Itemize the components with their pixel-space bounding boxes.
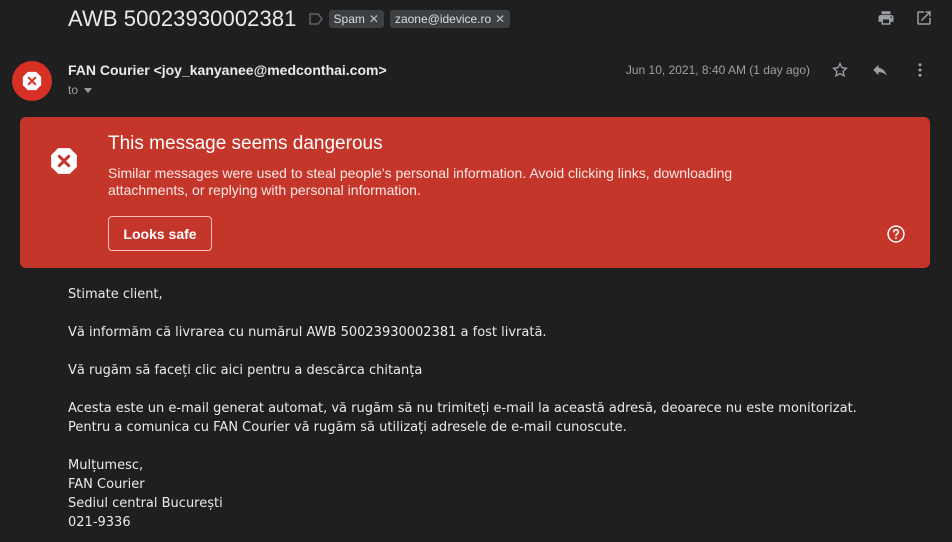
warning-text: Similar messages were used to steal peop… xyxy=(108,165,733,198)
signature-line: 021-9336 xyxy=(68,515,131,530)
email-body: Stimate client, Vă informăm că livrarea … xyxy=(68,285,857,532)
body-line: Pentru a comunica cu FAN Courier vă rugă… xyxy=(68,420,627,435)
signature-line: Mulțumesc, xyxy=(68,458,144,473)
reply-icon[interactable] xyxy=(870,60,890,80)
warning-title: This message seems dangerous xyxy=(108,133,383,154)
close-icon[interactable]: ✕ xyxy=(495,13,505,25)
close-icon[interactable]: ✕ xyxy=(369,13,379,25)
email-date: Jun 10, 2021, 8:40 AM (1 day ago) xyxy=(625,63,810,77)
label-chip-text: Spam xyxy=(333,12,365,26)
greeting: Stimate client, xyxy=(68,287,163,302)
to-label: to xyxy=(68,83,79,97)
body-line: Vă rugăm să faceți clic aici pentru a de… xyxy=(68,363,423,378)
danger-warning-banner: This message seems dangerous Similar mes… xyxy=(20,117,930,268)
label-icon[interactable] xyxy=(308,12,323,26)
label-chip-text: zaone@idevice.ro xyxy=(394,12,492,26)
looks-safe-button[interactable]: Looks safe xyxy=(108,216,212,251)
open-in-new-icon[interactable] xyxy=(914,8,934,28)
star-icon[interactable] xyxy=(830,60,850,80)
body-line: Vă informăm că livrarea cu numărul AWB 5… xyxy=(68,325,547,340)
subject-row: AWB 50023930002381 Spam ✕ zaone@idevice.… xyxy=(68,4,511,34)
label-chip-spam[interactable]: Spam ✕ xyxy=(328,10,384,28)
body-line: Acesta este un e-mail generat automat, v… xyxy=(68,401,857,416)
label-chip-account[interactable]: zaone@idevice.ro ✕ xyxy=(389,10,511,28)
danger-icon xyxy=(22,71,42,91)
message-actions xyxy=(830,60,930,80)
signature: Mulțumesc, FAN Courier Sediul central Bu… xyxy=(68,456,857,532)
top-actions xyxy=(876,8,934,28)
avatar[interactable] xyxy=(12,61,52,101)
body-paragraph: Acesta este un e-mail generat automat, v… xyxy=(68,399,857,437)
signature-line: Sediul central București xyxy=(68,496,223,511)
print-icon[interactable] xyxy=(876,8,896,28)
help-icon[interactable] xyxy=(886,224,906,249)
sender-name[interactable]: FAN Courier <joy_kanyanee@medconthai.com… xyxy=(68,62,387,78)
signature-line: FAN Courier xyxy=(68,477,145,492)
chevron-down-icon[interactable] xyxy=(84,87,93,93)
more-vert-icon[interactable] xyxy=(910,60,930,80)
danger-icon xyxy=(50,147,78,180)
email-subject: AWB 50023930002381 xyxy=(68,6,297,31)
recipient-row[interactable]: to xyxy=(68,83,93,97)
